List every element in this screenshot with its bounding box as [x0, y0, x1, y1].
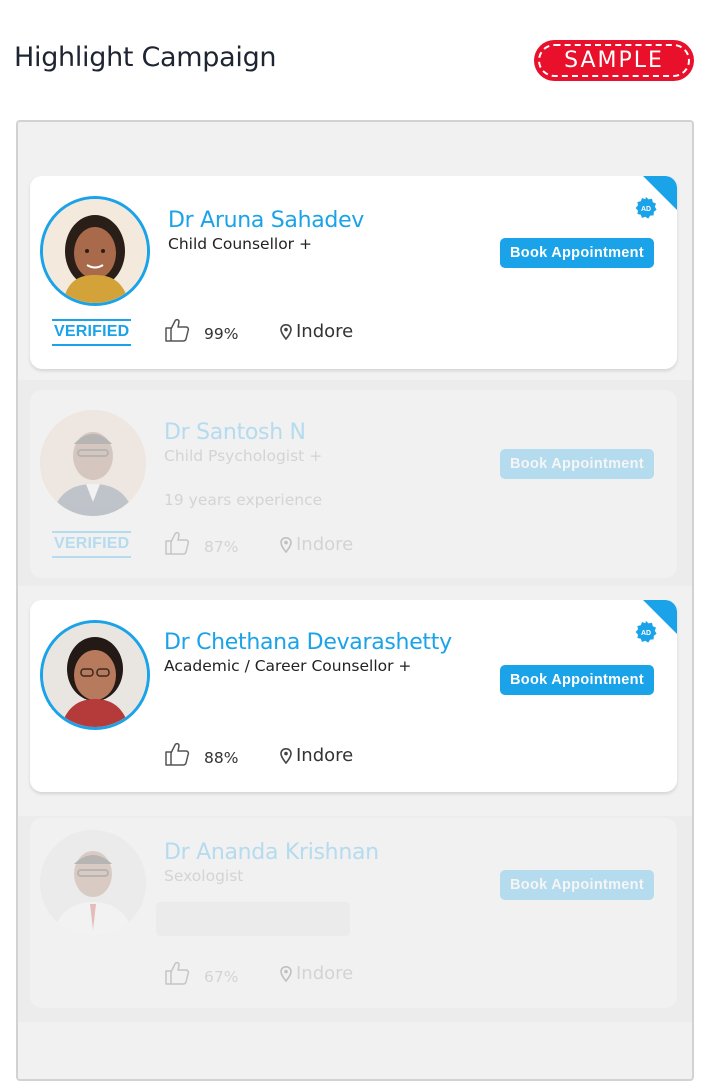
thumbs-up-icon	[165, 961, 190, 985]
doctor-name[interactable]: Dr Chethana Devarashetty	[164, 630, 452, 655]
doctor-specialty[interactable]: Sexologist	[164, 867, 243, 885]
doctor-card[interactable]: Dr Ananda Krishnan Sexologist Book Appoi…	[30, 818, 677, 1008]
doctor-card[interactable]: AD VERIFIED Dr Aruna Sahadev Child Couns…	[30, 176, 677, 369]
doctor-photo[interactable]	[40, 830, 146, 936]
doctor-photo[interactable]	[40, 410, 146, 516]
doctor-name[interactable]: Dr Santosh N	[164, 420, 306, 445]
location-text: Indore	[296, 745, 354, 766]
book-appointment-button[interactable]: Book Appointment	[500, 870, 654, 900]
campaign-panel: AD VERIFIED Dr Aruna Sahadev Child Couns…	[16, 120, 694, 1081]
location-text: Indore	[296, 534, 354, 555]
thumbs-up-icon	[165, 318, 190, 342]
rating-percent: 87%	[204, 538, 239, 556]
doctor-card[interactable]: AD Dr Chethana Devarashetty Academic / C…	[30, 600, 677, 792]
sample-stamp: SAMPLE	[534, 40, 694, 81]
loading-placeholder	[156, 902, 350, 936]
map-pin-icon	[280, 324, 292, 340]
sample-label: SAMPLE	[538, 44, 690, 77]
doctor-name[interactable]: Dr Aruna Sahadev	[168, 208, 364, 233]
ad-badge-label: AD	[641, 206, 651, 213]
doctor-photo[interactable]	[40, 196, 150, 306]
book-appointment-button[interactable]: Book Appointment	[500, 665, 654, 695]
doctor-name[interactable]: Dr Ananda Krishnan	[164, 840, 379, 865]
doctor-specialty[interactable]: Child Psychologist +	[164, 447, 322, 465]
map-pin-icon	[280, 537, 292, 553]
verified-badge: VERIFIED	[52, 531, 132, 558]
map-pin-icon	[280, 966, 292, 982]
location-text: Indore	[296, 321, 354, 342]
ad-badge-icon: AD	[635, 621, 657, 643]
map-pin-icon	[280, 748, 292, 764]
doctor-specialty[interactable]: Child Counsellor +	[168, 235, 312, 253]
thumbs-up-icon	[165, 742, 190, 766]
location-text: Indore	[296, 963, 354, 984]
rating-percent: 67%	[204, 968, 239, 986]
book-appointment-button[interactable]: Book Appointment	[500, 238, 654, 268]
ad-badge-icon: AD	[635, 197, 657, 219]
doctor-specialty[interactable]: Academic / Career Counsellor +	[164, 657, 411, 675]
ad-badge-label: AD	[641, 630, 651, 637]
doctor-card[interactable]: VERIFIED Dr Santosh N Child Psychologist…	[30, 390, 677, 578]
verified-badge: VERIFIED	[52, 319, 132, 346]
thumbs-up-icon	[165, 531, 190, 555]
doctor-photo[interactable]	[40, 620, 150, 730]
book-appointment-button[interactable]: Book Appointment	[500, 449, 654, 479]
rating-percent: 88%	[204, 749, 239, 767]
page-title: Highlight Campaign	[14, 42, 277, 73]
rating-percent: 99%	[204, 325, 239, 343]
doctor-experience: 19 years experience	[164, 491, 323, 509]
